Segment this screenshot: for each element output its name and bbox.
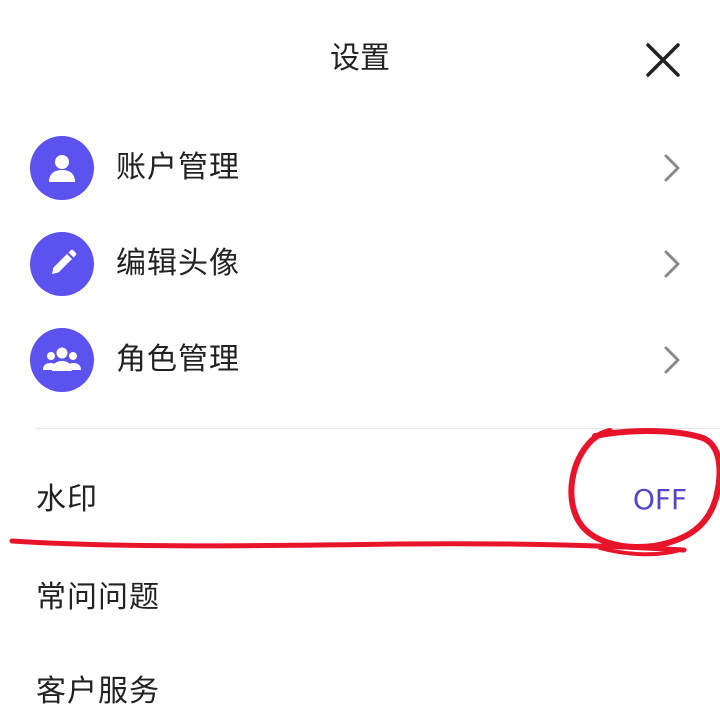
menu-item-edit-avatar[interactable]: 编辑头像 bbox=[30, 232, 690, 296]
watermark-label: 水印 bbox=[36, 482, 98, 517]
group-icon bbox=[43, 347, 81, 371]
chevron-right-icon bbox=[664, 250, 680, 278]
pencil-icon bbox=[52, 249, 77, 274]
menu-item-label: 编辑头像 bbox=[116, 246, 240, 281]
chevron-right-icon bbox=[664, 346, 680, 374]
close-button[interactable] bbox=[640, 37, 686, 83]
menu-item-account-management[interactable]: 账户管理 bbox=[30, 136, 690, 200]
watermark-toggle[interactable]: OFF bbox=[620, 478, 700, 522]
avatar bbox=[30, 328, 94, 392]
avatar bbox=[30, 232, 94, 296]
customer-service-item[interactable]: 客户服务 bbox=[36, 670, 160, 714]
menu-item-role-management[interactable]: 角色管理 bbox=[30, 328, 690, 392]
user-icon bbox=[49, 155, 75, 182]
close-icon bbox=[646, 43, 680, 77]
avatar bbox=[30, 136, 94, 200]
divider bbox=[36, 428, 720, 429]
chevron-right-icon bbox=[664, 154, 680, 182]
faq-item[interactable]: 常问问题 bbox=[36, 576, 160, 620]
menu-item-label: 角色管理 bbox=[116, 342, 240, 377]
menu-item-label: 账户管理 bbox=[116, 150, 240, 185]
page-title: 设置 bbox=[330, 41, 390, 76]
